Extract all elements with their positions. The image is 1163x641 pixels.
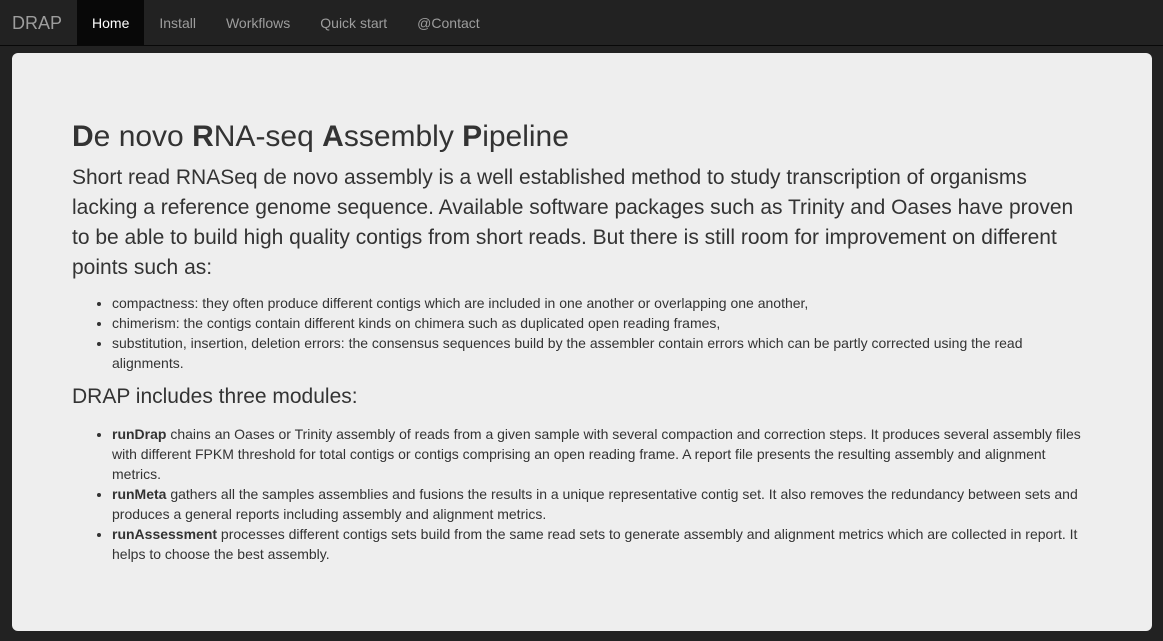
title-initial-d: D bbox=[72, 120, 94, 153]
list-item: substitution, insertion, deletion errors… bbox=[112, 333, 1092, 373]
title-initial-p: P bbox=[462, 120, 483, 153]
title-rest-d: e novo bbox=[93, 120, 193, 153]
nav-item-contact[interactable]: @Contact bbox=[402, 0, 494, 46]
nav-item-home[interactable]: Home bbox=[77, 0, 145, 46]
list-item: chimerism: the contigs contain different… bbox=[112, 313, 1092, 333]
module-name: runMeta bbox=[112, 486, 167, 502]
module-description: gathers all the samples assemblies and f… bbox=[112, 486, 1078, 522]
nav-item-install[interactable]: Install bbox=[144, 0, 211, 46]
top-navbar: DRAP Home Install Workflows Quick start … bbox=[0, 0, 1163, 46]
module-name: runDrap bbox=[112, 426, 167, 442]
nav-item-quick-start[interactable]: Quick start bbox=[305, 0, 402, 46]
title-rest-p: ipeline bbox=[482, 120, 569, 153]
title-rest-r: NA-seq bbox=[213, 120, 323, 153]
title-initial-a: A bbox=[322, 120, 344, 153]
content-body: Short read RNASeq de novo assembly is a … bbox=[72, 163, 1092, 564]
title-rest-a: ssembly bbox=[343, 120, 463, 153]
module-item-runmeta: runMeta gathers all the samples assembli… bbox=[112, 484, 1092, 524]
list-item: compactness: they often produce differen… bbox=[112, 293, 1092, 313]
main-jumbotron: De novo RNA-seq Assembly Pipeline Short … bbox=[12, 53, 1152, 631]
module-item-rundrap: runDrap chains an Oases or Trinity assem… bbox=[112, 424, 1092, 484]
module-description: chains an Oases or Trinity assembly of r… bbox=[112, 426, 1081, 482]
module-description: processes different contigs sets build f… bbox=[112, 526, 1078, 562]
page-title: De novo RNA-seq Assembly Pipeline bbox=[72, 121, 569, 153]
title-initial-r: R bbox=[192, 120, 214, 153]
improvement-points-list: compactness: they often produce differen… bbox=[72, 293, 1092, 373]
module-name: runAssessment bbox=[112, 526, 218, 542]
nav-menu: Home Install Workflows Quick start @Cont… bbox=[77, 0, 495, 46]
module-item-runassessment: runAssessment processes different contig… bbox=[112, 524, 1092, 564]
modules-heading: DRAP includes three modules: bbox=[72, 385, 358, 408]
brand-link[interactable]: DRAP bbox=[0, 0, 77, 45]
nav-item-workflows[interactable]: Workflows bbox=[211, 0, 305, 46]
modules-list: runDrap chains an Oases or Trinity assem… bbox=[72, 424, 1092, 564]
lead-paragraph: Short read RNASeq de novo assembly is a … bbox=[72, 166, 1074, 279]
